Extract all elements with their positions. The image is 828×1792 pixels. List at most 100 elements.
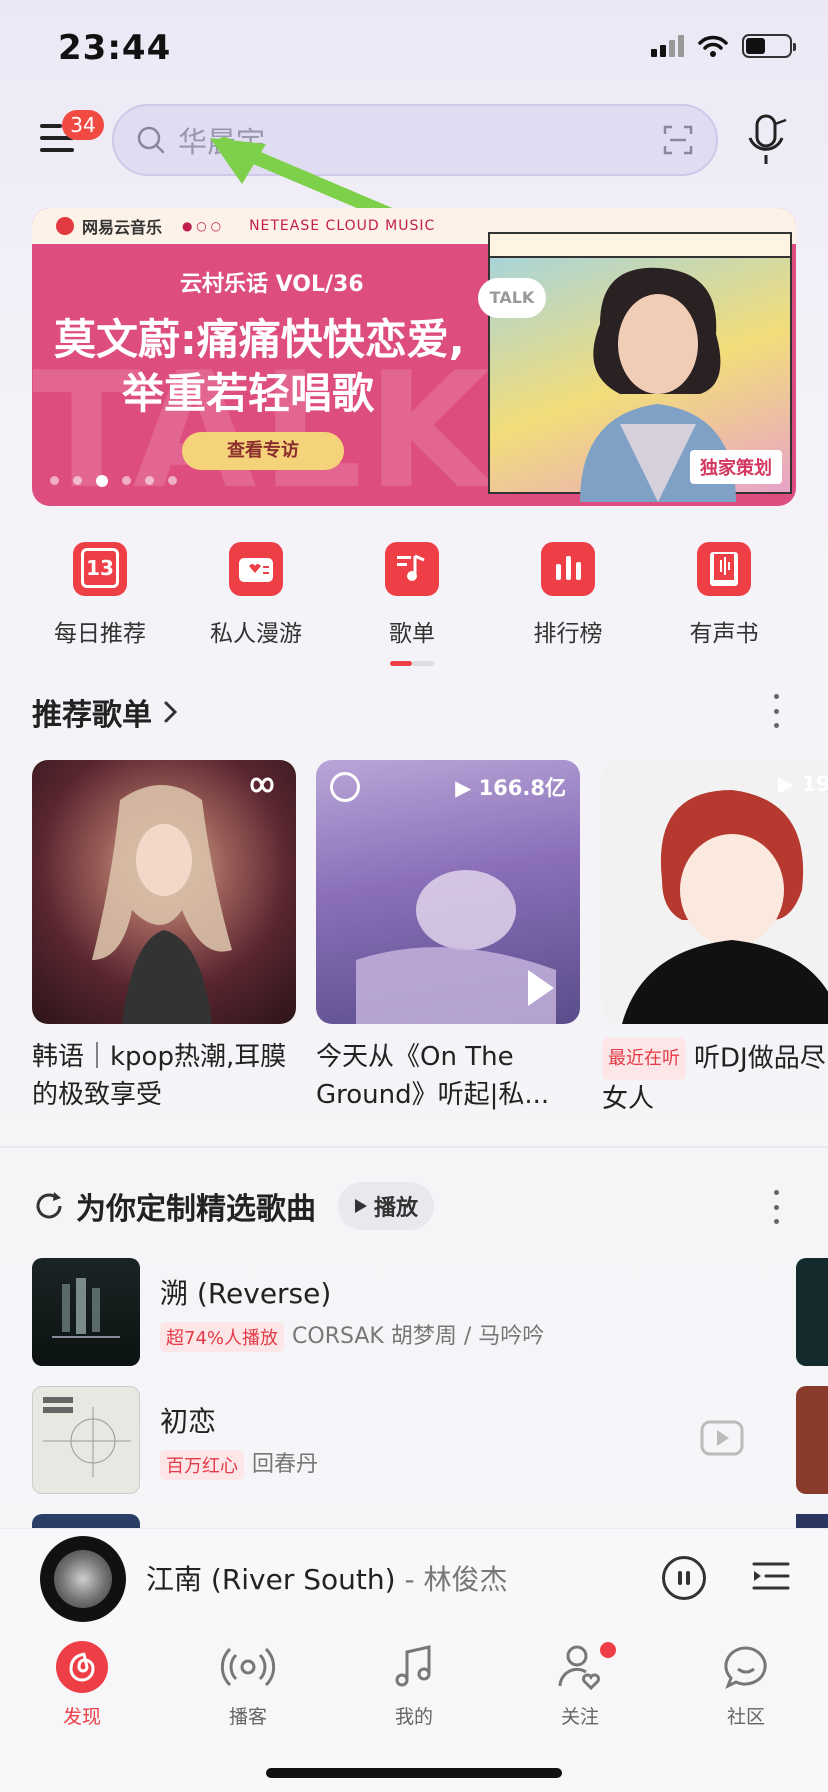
tab-label: 关注 [560, 1706, 599, 1728]
mv-play-icon[interactable] [700, 1420, 744, 1456]
netease-logo-icon [330, 772, 360, 802]
playlist-cover: ▶ 196 [602, 760, 828, 1024]
song-tag: 百万红心 [160, 1450, 244, 1480]
section-divider [0, 1146, 828, 1148]
netease-logo-icon [56, 217, 74, 235]
song-meta: 百万红心 回春丹 [160, 1446, 318, 1480]
banner-subtitle: 云村乐话 VOL/36 [180, 272, 364, 297]
radio-icon [229, 542, 283, 596]
song-row[interactable]: 溯 (Reverse) 超74%人播放 CORSAK 胡梦周 / 马吟吟 [32, 1258, 732, 1366]
song-meta: 超74%人播放 CORSAK 胡梦周 / 马吟吟 [160, 1318, 544, 1352]
recommend-header[interactable]: 推荐歌单 [32, 690, 180, 734]
person-heart-icon [558, 1645, 600, 1691]
quick-nav-audiobook[interactable]: 有声书 [654, 542, 794, 648]
banner-title-line2: 举重若轻唱歌 [122, 369, 375, 418]
follow-notification-dot [600, 1642, 616, 1658]
chart-bars-icon [541, 542, 595, 596]
custom-title: 为你定制精选歌曲 [76, 1192, 316, 1227]
tab-label: 发现 [62, 1706, 101, 1728]
status-icons [651, 34, 796, 58]
tab-follow[interactable]: 关注 [520, 1640, 640, 1729]
recommend-title: 推荐歌单 [32, 698, 152, 733]
quick-nav-playlist[interactable]: 歌单 [342, 542, 482, 648]
song-cover [32, 1386, 140, 1494]
banner-brand-en: NETEASE CLOUD MUSIC [249, 218, 436, 234]
playlist-card[interactable]: ▶ 196 最近在听听DJ做品尽女人 [602, 760, 828, 1118]
next-column-cover [796, 1386, 828, 1494]
tab-label: 社区 [726, 1706, 765, 1728]
banner-pagination [50, 475, 177, 487]
battery-icon [742, 34, 796, 58]
play-count: ▶ 196 [778, 772, 828, 796]
playlist-cover [32, 760, 296, 1024]
infinity-icon [250, 777, 274, 793]
tab-discover[interactable]: 发现 [22, 1640, 142, 1729]
playlist-title: 最近在听 听DJ做品尽女人 [602, 1038, 828, 1118]
wifi-icon [698, 35, 728, 57]
custom-more-icon[interactable] [770, 1190, 782, 1224]
play-all-button[interactable]: 播放 [338, 1182, 435, 1230]
custom-header: 为你定制精选歌曲 播放 [32, 1182, 435, 1230]
song-title: 初恋 [160, 1405, 217, 1438]
quick-nav-label: 歌单 [389, 621, 435, 647]
playlist-title: 韩语｜kpop热潮,耳膜的极致享受 [32, 1042, 287, 1110]
book-icon [697, 542, 751, 596]
status-time: 23:44 [58, 28, 172, 68]
quick-nav-label: 排行榜 [533, 621, 603, 647]
banner-view-button[interactable]: 查看专访 [182, 432, 344, 470]
next-column-cover [796, 1258, 828, 1366]
recommend-more-icon[interactable] [770, 694, 782, 728]
banner-title-line1: 莫文蔚:痛痛快快恋爱, [54, 315, 465, 364]
quick-nav-label: 私人漫游 [210, 621, 302, 647]
search-icon [137, 126, 165, 154]
now-playing-title: 江南 (River South) [146, 1563, 396, 1596]
now-playing[interactable]: 江南 (River South) - 林俊杰 [146, 1558, 508, 1598]
home-indicator[interactable] [266, 1768, 562, 1778]
playlist-queue-icon[interactable] [752, 1558, 790, 1596]
quick-nav-scroll-indicator [390, 661, 434, 666]
quick-nav-charts[interactable]: 排行榜 [498, 542, 638, 648]
song-row[interactable]: 初恋 百万红心 回春丹 [32, 1386, 732, 1494]
banner-photo: 独家策划 [488, 232, 792, 502]
calendar-icon: 13 [73, 542, 127, 596]
music-note-icon [395, 1645, 431, 1687]
signal-icon [651, 35, 684, 57]
album-disc[interactable] [40, 1536, 126, 1622]
play-count: ▶ 166.8亿 [455, 776, 566, 800]
song-cover-partial [796, 1514, 828, 1528]
chevron-right-icon [164, 701, 178, 723]
playlist-cover: ▶ 166.8亿 [316, 760, 580, 1024]
quick-nav-daily[interactable]: 13 每日推荐 [30, 542, 170, 648]
playlist-title: 今天从《On The Ground》听起|私... [316, 1042, 550, 1110]
netease-logo-icon [56, 1641, 108, 1693]
song-title: 溯 (Reverse) [160, 1277, 332, 1310]
tab-mine[interactable]: 我的 [354, 1640, 474, 1729]
talk-bubble: TALK [478, 278, 546, 318]
tab-label: 我的 [394, 1706, 433, 1728]
now-playing-artist: - 林俊杰 [404, 1563, 508, 1596]
banner-dots-decoration: ● ○ ○ [182, 219, 222, 233]
playlist-card[interactable]: 韩语｜kpop热潮,耳膜的极致享受 [32, 760, 296, 1114]
notification-badge: 34 [62, 110, 104, 140]
playlist-card[interactable]: ▶ 166.8亿 今天从《On The Ground》听起|私... [316, 760, 580, 1114]
recent-tag: 最近在听 [602, 1038, 686, 1080]
refresh-icon[interactable] [32, 1189, 66, 1223]
promo-banner[interactable]: TALK 网易云音乐 ● ○ ○ NETEASE CLOUD MUSIC 云村乐… [32, 208, 796, 506]
tab-community[interactable]: 社区 [686, 1640, 806, 1729]
play-icon [355, 1199, 367, 1213]
quick-nav-label: 每日推荐 [54, 621, 146, 647]
quick-nav-private-fm[interactable]: 私人漫游 [186, 542, 326, 648]
quick-nav-label: 有声书 [689, 621, 759, 647]
podcast-icon [220, 1647, 276, 1687]
music-note-icon [385, 542, 439, 596]
banner-brand: 网易云音乐 [82, 218, 163, 237]
song-tag: 超74%人播放 [160, 1322, 285, 1352]
tab-label: 播客 [228, 1706, 267, 1728]
song-cover [32, 1258, 140, 1366]
chat-face-icon [724, 1646, 767, 1690]
tab-podcast[interactable]: 播客 [188, 1640, 308, 1729]
microphone-icon[interactable] [744, 112, 790, 168]
song-cover-partial [32, 1514, 140, 1528]
pause-button[interactable] [662, 1556, 706, 1600]
exclusive-label: 独家策划 [690, 450, 782, 484]
